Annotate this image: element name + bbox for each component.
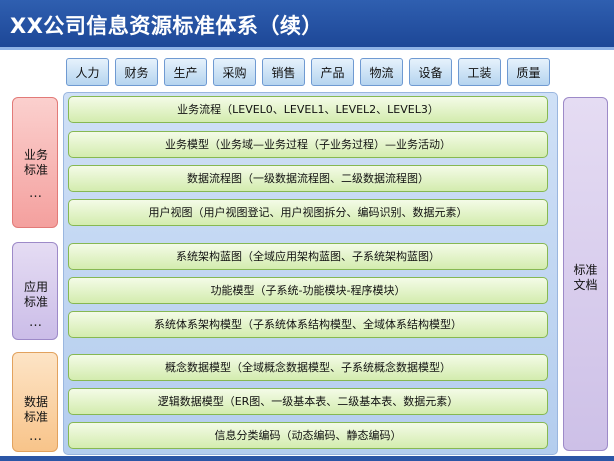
page-title: XX公司信息资源标准体系（续） — [10, 14, 323, 38]
header-divider — [0, 47, 614, 50]
category-production: 生产 — [164, 58, 207, 86]
category-product: 产品 — [311, 58, 354, 86]
title-bar: XX公司信息资源标准体系（续） — [0, 0, 614, 47]
footer-bar — [0, 456, 614, 461]
row-function-model: 功能模型（子系统-功能模块-程序模块） — [68, 277, 548, 304]
row-logical-data-model: 逻辑数据模型（ER图、一级基本表、二级基本表、数据元素） — [68, 388, 548, 415]
standard-document-label-1: 标准 — [573, 263, 598, 277]
business-standard-label-2: 标准 — [23, 163, 48, 177]
category-logistics: 物流 — [360, 58, 403, 86]
application-standard-box: 应用 标准 … — [12, 242, 58, 340]
data-standard-box: 数据 标准 … — [12, 352, 58, 452]
category-tooling: 工装 — [458, 58, 501, 86]
category-equipment: 设备 — [409, 58, 452, 86]
data-standard-label-1: 数据 — [23, 395, 48, 409]
category-sales: 销售 — [262, 58, 305, 86]
row-classification-coding: 信息分类编码（动态编码、静态编码） — [68, 422, 548, 449]
data-standard-ellipsis: … — [29, 429, 43, 444]
standard-document-label-2: 文档 — [573, 278, 598, 292]
standard-document-box: 标准 文档 — [563, 97, 608, 451]
category-purchasing: 采购 — [213, 58, 256, 86]
row-business-process: 业务流程（LEVEL0、LEVEL1、LEVEL2、LEVEL3） — [68, 96, 548, 123]
standard-document-label: 标准 文档 — [564, 263, 607, 293]
business-standard-box: 业务 标准 … — [12, 97, 58, 228]
business-standard-ellipsis: … — [29, 186, 43, 201]
row-business-model: 业务模型（业务域—业务过程（子业务过程）—业务活动） — [68, 131, 548, 158]
row-system-structure-model: 系统体系架构模型（子系统体系结构模型、全域体系结构模型） — [68, 311, 548, 338]
category-row: 人力 财务 生产 采购 销售 产品 物流 设备 工装 质量 — [66, 58, 552, 88]
category-hr: 人力 — [66, 58, 109, 86]
application-standard-label-2: 标准 — [23, 295, 48, 309]
category-quality: 质量 — [507, 58, 550, 86]
data-standard-label-2: 标准 — [23, 410, 48, 424]
row-data-flow: 数据流程图（一级数据流程图、二级数据流程图） — [68, 165, 548, 192]
application-standard-label-1: 应用 — [23, 280, 48, 294]
row-conceptual-data-model: 概念数据模型（全域概念数据模型、子系统概念数据模型） — [68, 354, 548, 381]
category-finance: 财务 — [115, 58, 158, 86]
row-system-architecture: 系统架构蓝图（全域应用架构蓝图、子系统架构蓝图） — [68, 243, 548, 270]
business-standard-label-1: 业务 — [23, 148, 48, 162]
application-standard-ellipsis: … — [29, 315, 43, 330]
row-user-view: 用户视图（用户视图登记、用户视图拆分、编码识别、数据元素） — [68, 199, 548, 226]
